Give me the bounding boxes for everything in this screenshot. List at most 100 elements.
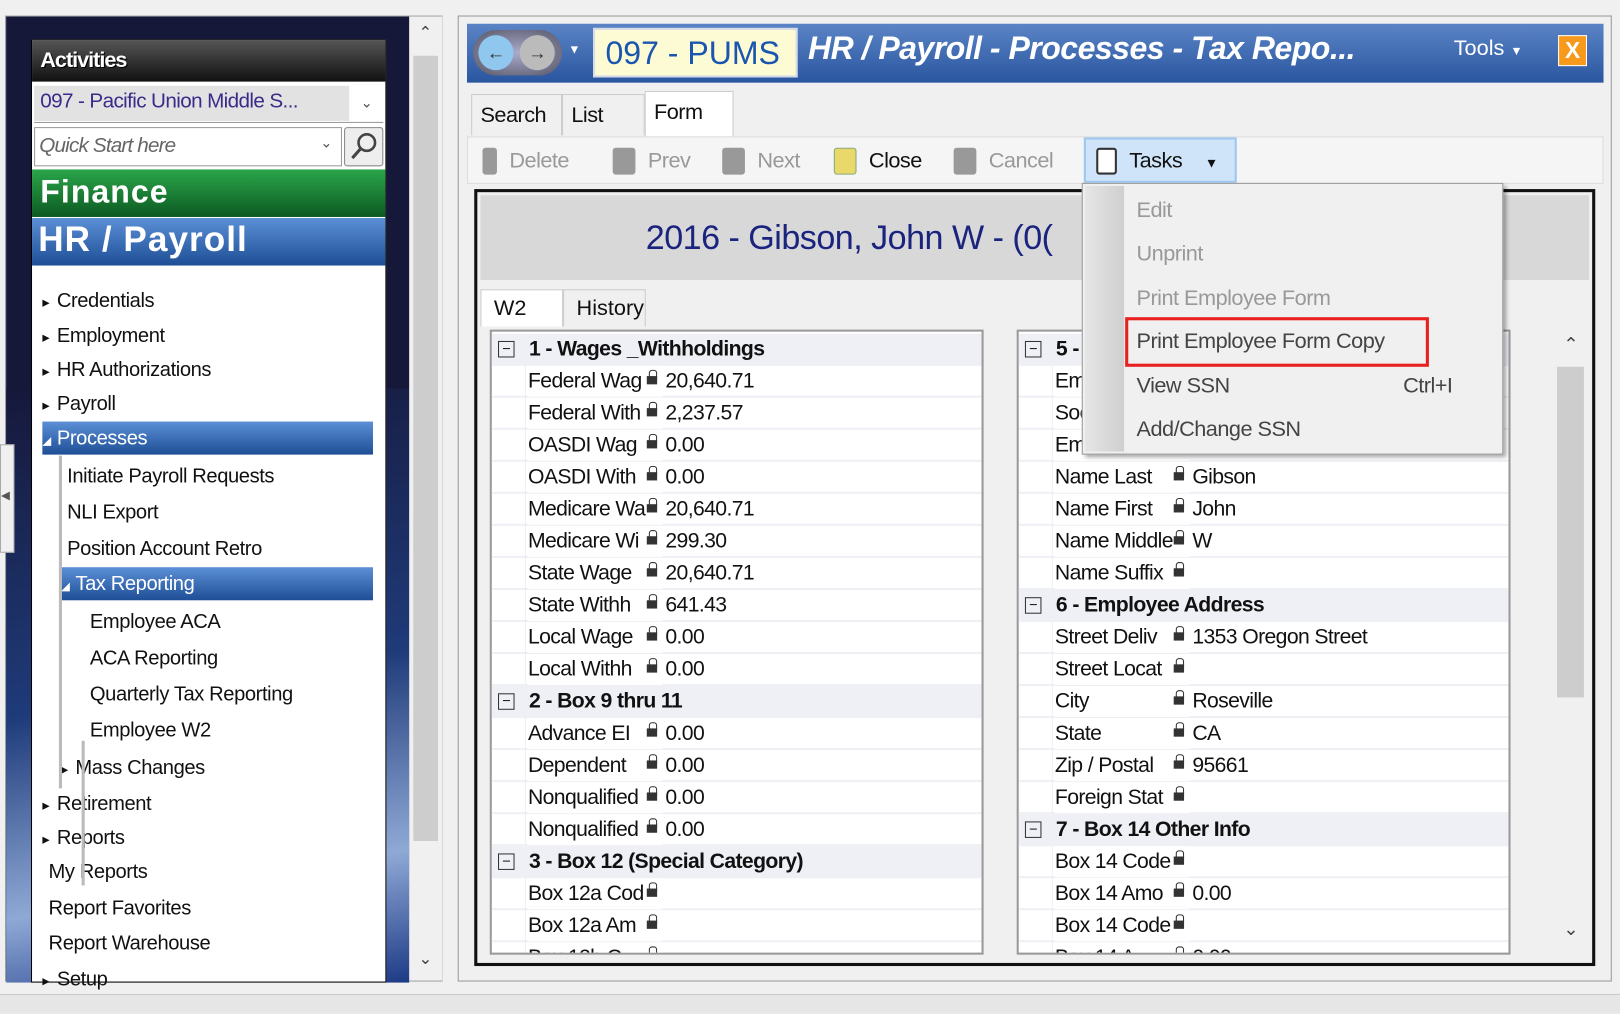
collapsed-arrow-icon[interactable]: ▸ [42,822,56,855]
field-row[interactable]: State Wage 20,640.71 [491,557,982,590]
collapsed-arrow-icon[interactable]: ▸ [42,388,56,421]
tree-item[interactable]: ◢ Processes [42,421,373,458]
section-header[interactable]: −6 - Employee Address [1018,589,1509,622]
chevron-down-icon[interactable]: ⌄ [361,94,373,112]
tree-item[interactable]: ◢ Tax Reporting [60,567,373,601]
expanded-arrow-icon[interactable]: ◢ [42,425,56,458]
tree-item[interactable]: Employee ACA [84,605,373,638]
field-value[interactable]: 0.00 [665,814,704,845]
collapsed-arrow-icon[interactable]: ▸ [61,752,75,785]
tree-item[interactable]: ▸ Retirement [42,787,373,820]
field-value[interactable]: CA [1192,718,1221,749]
history-dropdown-icon[interactable]: ▼ [568,42,580,56]
field-value[interactable]: 0.00 [665,430,704,461]
field-value[interactable]: Roseville [1192,686,1273,717]
tree-item[interactable]: NLI Export [61,496,373,529]
field-row[interactable]: Advance EI 0.00 [491,718,982,751]
scrollbar-thumb[interactable] [413,55,439,842]
field-value[interactable]: 20,640.71 [665,494,754,525]
field-row[interactable]: Nonqualified 0.00 [491,814,982,847]
menu-item-view-ssn[interactable]: View SSN [1137,374,1231,399]
delete-button[interactable]: Delete [482,144,570,179]
tree-item[interactable]: ACA Reporting [84,642,373,675]
tree-item[interactable]: Employee W2 [84,714,373,747]
field-value[interactable]: 0.00 [1192,942,1231,952]
search-button[interactable] [344,127,384,167]
field-row[interactable]: OASDI Wag 0.00 [491,429,982,462]
field-value[interactable]: 20,640.71 [665,558,754,589]
tab-w2[interactable]: W2 [480,289,564,327]
field-value[interactable]: 299.30 [665,526,727,557]
collapse-icon[interactable]: − [1024,597,1042,614]
field-row[interactable]: Local Wage 0.00 [491,621,982,655]
field-value[interactable]: John [1192,494,1236,525]
field-value[interactable]: 0.00 [665,654,704,685]
field-row[interactable]: Box 12a Cod [491,878,982,911]
field-row[interactable]: Name Middle W [1018,525,1509,558]
field-value[interactable]: 0.00 [1192,878,1231,909]
field-row[interactable]: Box 12b C [492,942,982,953]
tab-list[interactable]: List [562,94,645,136]
collapse-icon[interactable]: − [498,693,515,710]
collapsed-arrow-icon[interactable]: ▸ [42,354,56,387]
menu-item-print-employee-form[interactable]: Print Employee Form [1137,286,1331,311]
section-header[interactable]: −1 - Wages _Withholdings [491,333,982,366]
tools-menu[interactable]: Tools ▼ [1454,36,1523,61]
collapsed-arrow-icon[interactable]: ▸ [42,964,56,997]
field-row[interactable]: Box 14 Amo 0.00 [1018,878,1509,911]
field-row[interactable]: Name Suffix [1018,557,1509,590]
section-header[interactable]: −2 - Box 9 thru 11 [491,686,982,719]
menu-item-add-change-ssn[interactable]: Add/Change SSN [1137,417,1302,442]
field-row[interactable]: Local Withh 0.00 [491,654,982,687]
field-value[interactable]: W [1192,526,1212,557]
field-value[interactable]: 2,237.57 [665,398,743,429]
tree-item[interactable]: Report Favorites [42,892,373,925]
collapse-icon[interactable]: − [498,340,515,358]
field-row[interactable]: Name Last Gibson [1018,461,1509,494]
field-row[interactable]: Nonqualified 0.00 [491,782,982,815]
tree-item[interactable]: ▸ Setup [42,963,373,996]
field-value[interactable]: 641.43 [665,590,727,621]
sidebar-scrollbar[interactable]: ⌃ ⌄ [409,16,443,981]
tab-form[interactable]: Form [644,90,734,137]
field-row[interactable]: Name First John [1018,493,1509,526]
menu-item-edit[interactable]: Edit [1137,198,1173,223]
back-arrow-icon[interactable]: ← [478,35,514,71]
field-row[interactable]: Box 14 Code [1018,910,1509,943]
field-row[interactable]: Medicare Wa 20,640.71 [491,493,982,526]
chevron-down-icon[interactable]: ⌄ [320,134,332,152]
field-row[interactable]: City Roseville [1018,686,1509,719]
scroll-down-icon[interactable]: ⌄ [418,948,432,969]
field-row[interactable]: Box 14 A0.00 [1019,942,1509,953]
collapsed-arrow-icon[interactable]: ▸ [42,320,56,353]
tree-item[interactable]: Quarterly Tax Reporting [84,678,373,711]
tasks-button[interactable]: Tasks ▼ [1083,137,1237,183]
form-scrollbar[interactable]: ⌃ ⌄ [1554,329,1586,955]
tree-item[interactable]: ▸ Credentials [42,284,373,317]
collapsed-arrow-icon[interactable]: ▸ [42,285,56,318]
field-value[interactable]: 1353 Oregon Street [1192,622,1368,653]
quick-start-input[interactable]: Quick Start here ⌄ [34,127,342,167]
module-finance[interactable]: Finance [32,169,386,217]
field-row[interactable]: Dependent 0.00 [491,750,982,783]
cancel-button[interactable]: Cancel [953,144,1054,179]
field-value[interactable]: Gibson [1192,462,1256,493]
field-value[interactable]: 20,640.71 [665,366,754,397]
section-header[interactable]: −3 - Box 12 (Special Category) [491,846,982,879]
prev-button[interactable]: Prev [612,144,691,179]
field-row[interactable]: Street Deliv 1353 Oregon Street [1018,621,1509,655]
close-window-button[interactable]: X [1558,35,1587,67]
collapse-icon[interactable]: − [1024,821,1042,838]
forward-arrow-icon[interactable]: → [519,35,555,71]
field-value[interactable]: 95661 [1192,750,1248,781]
field-row[interactable]: Box 12a Am [491,910,982,943]
collapsed-arrow-icon[interactable]: ▸ [42,788,56,821]
collapse-icon[interactable]: − [1024,340,1042,358]
field-row[interactable]: Street Locat [1018,654,1509,687]
tree-item[interactable]: Report Warehouse [42,927,373,960]
tree-item[interactable]: My Reports [42,855,373,888]
field-value[interactable]: 0.00 [665,782,704,813]
tree-item[interactable]: ▸ Mass Changes [61,751,373,784]
tree-item[interactable]: ▸ HR Authorizations [42,353,373,386]
menu-item-unprint[interactable]: Unprint [1137,242,1204,267]
